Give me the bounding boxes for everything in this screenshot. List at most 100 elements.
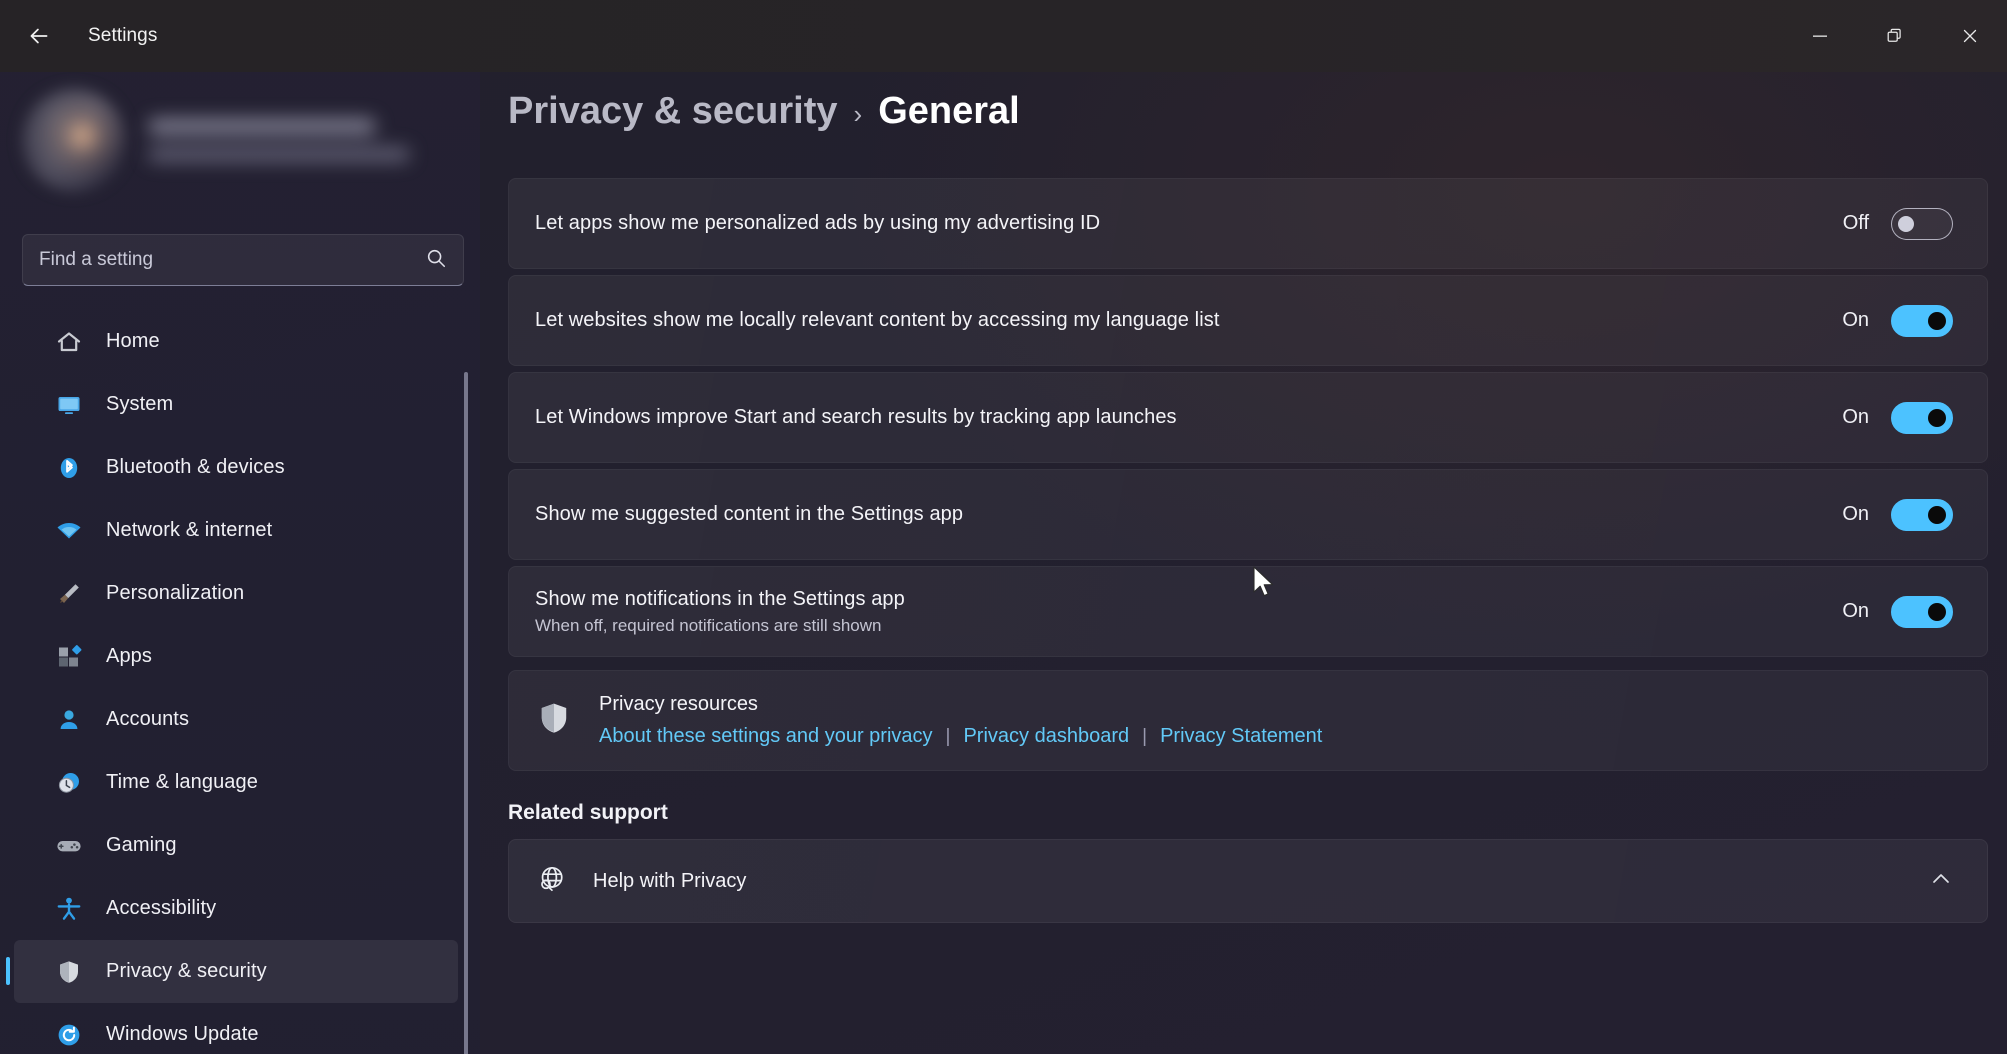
- sidebar-item-accessibility[interactable]: Accessibility: [14, 877, 458, 940]
- profile-email-redacted: [148, 146, 410, 162]
- search-icon: [425, 247, 447, 274]
- toggle-state-label: On: [1842, 600, 1869, 622]
- page-title: General: [878, 90, 1020, 132]
- sidebar-scrollbar[interactable]: [464, 372, 468, 1054]
- toggle-switch[interactable]: [1891, 498, 1953, 531]
- sidebar-item-accounts[interactable]: Accounts: [14, 688, 458, 751]
- sidebar-item-label: Home: [106, 330, 160, 352]
- setting-row-suggested-content[interactable]: Show me suggested content in the Setting…: [508, 469, 1988, 560]
- toggle-switch[interactable]: [1891, 304, 1953, 337]
- person-icon: [54, 705, 84, 735]
- setting-row-settings-notifications[interactable]: Show me notifications in the Settings ap…: [508, 566, 1988, 657]
- toggle-state-label: On: [1842, 503, 1869, 525]
- sidebar-item-label: Accessibility: [106, 897, 217, 919]
- search-box[interactable]: [22, 234, 464, 286]
- globe-search-icon: [535, 863, 567, 900]
- settings-list: Let apps show me personalized ads by usi…: [508, 178, 1988, 923]
- toggle-switch[interactable]: [1891, 401, 1953, 434]
- sidebar-item-gaming[interactable]: Gaming: [14, 814, 458, 877]
- toggle-state-label: On: [1842, 309, 1869, 331]
- paintbrush-icon: [54, 579, 84, 609]
- main-content: Privacy & security › General Let apps sh…: [480, 72, 2007, 1054]
- settings-window: Settings Find a setting Home System Blue…: [0, 0, 2007, 1054]
- restore-button[interactable]: [1857, 0, 1932, 72]
- toggle-switch[interactable]: [1891, 207, 1953, 240]
- link-divider: |: [945, 725, 951, 747]
- apps-icon: [54, 642, 84, 672]
- sidebar-item-label: Gaming: [106, 834, 177, 856]
- breadcrumb: Privacy & security › General: [508, 90, 1020, 133]
- sidebar-item-home[interactable]: Home: [14, 310, 458, 373]
- related-support-heading: Related support: [508, 801, 668, 824]
- system-monitor-icon: [54, 390, 84, 420]
- sidebar-item-label: Apps: [106, 645, 152, 667]
- user-profile[interactable]: [22, 82, 422, 197]
- setting-label: Show me notifications in the Settings ap…: [535, 587, 905, 610]
- setting-description: When off, required notifications are sti…: [535, 615, 882, 635]
- close-button[interactable]: [1932, 0, 2007, 72]
- sidebar-item-system[interactable]: System: [14, 373, 458, 436]
- setting-row-language-list[interactable]: Let websites show me locally relevant co…: [508, 275, 1988, 366]
- privacy-resources-title: Privacy resources: [599, 693, 758, 715]
- bluetooth-icon: [54, 453, 84, 483]
- sidebar-nav: Home System Bluetooth & devices Network …: [0, 310, 472, 1054]
- support-label: Help with Privacy: [593, 869, 747, 892]
- toggle-knob: [1928, 408, 1946, 427]
- sidebar-item-label: Network & internet: [106, 519, 273, 541]
- sidebar-item-personalization[interactable]: Personalization: [14, 562, 458, 625]
- setting-label: Let websites show me locally relevant co…: [535, 309, 1220, 331]
- wifi-icon: [54, 516, 84, 546]
- setting-row-app-launches[interactable]: Let Windows improve Start and search res…: [508, 372, 1988, 463]
- sidebar-item-network[interactable]: Network & internet: [14, 499, 458, 562]
- link-divider: |: [1142, 725, 1148, 747]
- privacy-resources-links: About these settings and your privacy | …: [599, 725, 1322, 748]
- breadcrumb-parent[interactable]: Privacy & security: [508, 90, 838, 133]
- accessibility-icon: [54, 894, 84, 924]
- sidebar-item-label: Privacy & security: [106, 960, 267, 982]
- sidebar-item-label: Time & language: [106, 771, 258, 793]
- chevron-up-icon[interactable]: [1929, 867, 1953, 896]
- clock-globe-icon: [54, 768, 84, 798]
- back-button[interactable]: [8, 13, 70, 59]
- link-privacy-dashboard[interactable]: Privacy dashboard: [963, 725, 1129, 748]
- sidebar-item-windows-update[interactable]: Windows Update: [14, 1003, 458, 1054]
- support-row-help-with-privacy[interactable]: Help with Privacy: [508, 839, 1988, 923]
- chevron-right-icon: ›: [853, 99, 863, 129]
- toggle-knob: [1928, 311, 1946, 330]
- search-input[interactable]: [39, 249, 425, 271]
- toggle-switch[interactable]: [1891, 595, 1953, 628]
- window-controls: [1782, 0, 2007, 72]
- toggle-state-label: On: [1842, 406, 1869, 428]
- link-about-settings-privacy[interactable]: About these settings and your privacy: [599, 725, 933, 748]
- shield-icon: [54, 957, 84, 987]
- toggle-knob: [1928, 602, 1946, 621]
- sidebar-item-label: Accounts: [106, 708, 190, 730]
- sidebar-item-apps[interactable]: Apps: [14, 625, 458, 688]
- toggle-knob: [1898, 215, 1914, 232]
- link-privacy-statement[interactable]: Privacy Statement: [1160, 725, 1322, 748]
- sidebar-item-label: Bluetooth & devices: [106, 456, 285, 478]
- window-title: Settings: [88, 25, 158, 46]
- profile-text-redacted: [148, 117, 410, 162]
- setting-label: Let apps show me personalized ads by usi…: [535, 212, 1101, 234]
- sidebar-item-label: Windows Update: [106, 1023, 259, 1045]
- home-icon: [54, 327, 84, 357]
- shield-icon: [535, 699, 573, 742]
- sidebar-item-time-language[interactable]: Time & language: [14, 751, 458, 814]
- update-refresh-icon: [54, 1020, 84, 1050]
- toggle-state-label: Off: [1842, 212, 1869, 234]
- sidebar-item-bluetooth[interactable]: Bluetooth & devices: [14, 436, 458, 499]
- setting-label: Show me suggested content in the Setting…: [535, 503, 964, 525]
- profile-name-redacted: [148, 117, 376, 135]
- setting-row-advertising-id[interactable]: Let apps show me personalized ads by usi…: [508, 178, 1988, 269]
- minimize-button[interactable]: [1782, 0, 1857, 72]
- sidebar-item-privacy-security[interactable]: Privacy & security: [6, 940, 458, 1003]
- gamepad-icon: [54, 831, 84, 861]
- privacy-resources-card: Privacy resources About these settings a…: [508, 670, 1988, 771]
- setting-label: Let Windows improve Start and search res…: [535, 406, 1177, 428]
- avatar: [22, 87, 126, 192]
- sidebar-item-label: System: [106, 393, 174, 415]
- toggle-knob: [1928, 505, 1946, 524]
- sidebar: Home System: [0, 72, 480, 1054]
- title-bar: Settings: [0, 0, 2007, 72]
